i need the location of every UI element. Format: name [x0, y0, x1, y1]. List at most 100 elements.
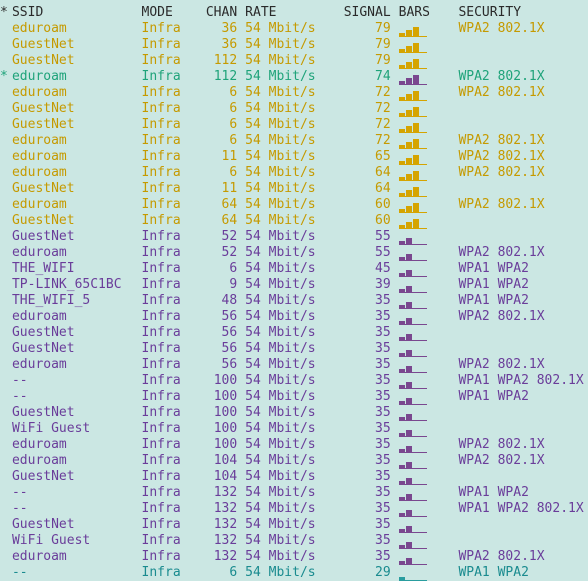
cell-chan: 6 [197, 85, 241, 101]
signal-bars-icon [395, 246, 455, 260]
signal-bars-icon [395, 230, 455, 244]
cell-signal: 64 [335, 165, 395, 181]
signal-bars-icon [395, 438, 455, 452]
table-row: GuestNetInfra1154 Mbit/s64 [0, 181, 588, 197]
cell-mode: Infra [142, 277, 198, 293]
signal-bars-icon [395, 358, 455, 372]
active-marker: * [0, 69, 8, 85]
cell-ssid: eduroam [8, 69, 142, 85]
table-row: TP-LINK_65C1BCInfra954 Mbit/s39WPA1 WPA2 [0, 277, 588, 293]
cell-chan: 52 [197, 245, 241, 261]
table-row: GuestNetInfra11254 Mbit/s79 [0, 53, 588, 69]
cell-ssid: GuestNet [8, 37, 142, 53]
cell-ssid: GuestNet [8, 469, 142, 485]
cell-mode: Infra [142, 485, 198, 501]
cell-ssid: eduroam [8, 165, 142, 181]
cell-ssid: -- [8, 565, 142, 581]
signal-bars-icon [395, 102, 455, 116]
cell-signal: 35 [335, 293, 395, 309]
cell-rate: 54 Mbit/s [241, 549, 335, 565]
cell-rate: 54 Mbit/s [241, 357, 335, 373]
cell-ssid: TP-LINK_65C1BC [8, 277, 142, 293]
cell-rate: 54 Mbit/s [241, 453, 335, 469]
signal-bars-icon [395, 310, 455, 324]
cell-ssid: -- [8, 373, 142, 389]
signal-bars-icon [395, 22, 455, 36]
signal-bars-icon [395, 278, 455, 292]
cell-mode: Infra [142, 85, 198, 101]
cell-rate: 54 Mbit/s [241, 101, 335, 117]
signal-bars-icon [395, 566, 455, 580]
cell-chan: 9 [197, 277, 241, 293]
cell-rate: 54 Mbit/s [241, 277, 335, 293]
cell-ssid: -- [8, 389, 142, 405]
cell-chan: 48 [197, 293, 241, 309]
cell-chan: 132 [197, 533, 241, 549]
header-security: SECURITY [454, 5, 588, 21]
cell-mode: Infra [142, 101, 198, 117]
cell-rate: 54 Mbit/s [241, 261, 335, 277]
cell-ssid: GuestNet [8, 229, 142, 245]
signal-bars-icon [395, 374, 455, 388]
table-row: eduroamInfra13254 Mbit/s35WPA2 802.1X [0, 549, 588, 565]
cell-chan: 6 [197, 117, 241, 133]
table-row: eduroamInfra654 Mbit/s72WPA2 802.1X [0, 133, 588, 149]
cell-mode: Infra [142, 165, 198, 181]
cell-mode: Infra [142, 357, 198, 373]
table-row: GuestNetInfra5654 Mbit/s35 [0, 325, 588, 341]
cell-chan: 100 [197, 389, 241, 405]
cell-security: WPA1 WPA2 802.1X [454, 501, 588, 517]
cell-security: WPA1 WPA2 [454, 277, 588, 293]
cell-ssid: GuestNet [8, 117, 142, 133]
cell-rate: 54 Mbit/s [241, 533, 335, 549]
cell-ssid: eduroam [8, 197, 142, 213]
cell-mode: Infra [142, 469, 198, 485]
table-row: eduroamInfra5254 Mbit/s55WPA2 802.1X [0, 245, 588, 261]
signal-bars-icon [395, 134, 455, 148]
table-row: --Infra654 Mbit/s29WPA1 WPA2 [0, 565, 588, 581]
cell-signal: 79 [335, 21, 395, 37]
cell-mode: Infra [142, 149, 198, 165]
rows-container: eduroamInfra3654 Mbit/s79WPA2 802.1XGues… [0, 21, 588, 581]
signal-bars-icon [395, 518, 455, 532]
cell-security: WPA2 802.1X [454, 245, 588, 261]
cell-mode: Infra [142, 37, 198, 53]
table-row: eduroamInfra10454 Mbit/s35WPA2 802.1X [0, 453, 588, 469]
table-row: --Infra13254 Mbit/s35WPA1 WPA2 [0, 485, 588, 501]
cell-security: WPA2 802.1X [454, 133, 588, 149]
table-row: eduroamInfra5654 Mbit/s35WPA2 802.1X [0, 309, 588, 325]
signal-bars-icon [395, 326, 455, 340]
cell-mode: Infra [142, 549, 198, 565]
cell-rate: 54 Mbit/s [241, 517, 335, 533]
cell-signal: 55 [335, 245, 395, 261]
cell-chan: 6 [197, 565, 241, 581]
cell-mode: Infra [142, 325, 198, 341]
wifi-list-table: * SSID MODE CHAN RATE SIGNAL BARS SECURI… [0, 0, 588, 581]
signal-bars-icon [395, 422, 455, 436]
cell-signal: 35 [335, 373, 395, 389]
cell-signal: 79 [335, 53, 395, 69]
cell-mode: Infra [142, 565, 198, 581]
cell-chan: 100 [197, 405, 241, 421]
cell-signal: 35 [335, 501, 395, 517]
signal-bars-icon [395, 454, 455, 468]
cell-chan: 64 [197, 197, 241, 213]
cell-chan: 36 [197, 21, 241, 37]
cell-signal: 35 [335, 357, 395, 373]
cell-chan: 6 [197, 101, 241, 117]
cell-mode: Infra [142, 421, 198, 437]
cell-signal: 35 [335, 405, 395, 421]
signal-bars-icon [395, 166, 455, 180]
signal-bars-icon [395, 342, 455, 356]
cell-rate: 54 Mbit/s [241, 421, 335, 437]
signal-bars-icon [395, 118, 455, 132]
cell-signal: 65 [335, 149, 395, 165]
cell-signal: 72 [335, 85, 395, 101]
cell-mode: Infra [142, 197, 198, 213]
cell-rate: 54 Mbit/s [241, 37, 335, 53]
cell-rate: 54 Mbit/s [241, 325, 335, 341]
cell-signal: 55 [335, 229, 395, 245]
cell-ssid: GuestNet [8, 101, 142, 117]
cell-mode: Infra [142, 389, 198, 405]
cell-rate: 54 Mbit/s [241, 293, 335, 309]
